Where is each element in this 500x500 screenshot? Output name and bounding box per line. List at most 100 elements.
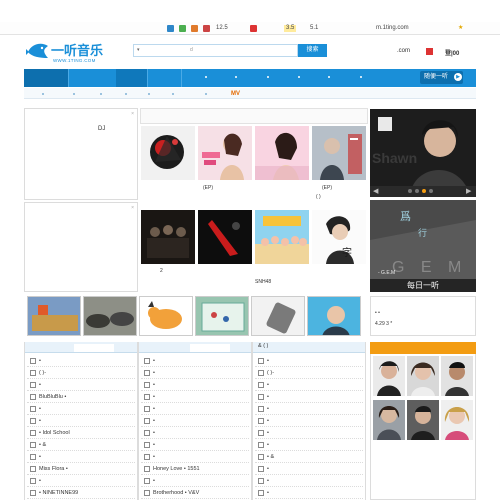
row-checkbox[interactable] <box>144 394 150 400</box>
row-checkbox[interactable] <box>258 466 264 472</box>
song-title[interactable]: • <box>267 415 269 427</box>
song-title[interactable]: • NINETINNE99 <box>39 487 78 499</box>
album-caption[interactable]: (EP) <box>322 185 332 191</box>
row-checkbox[interactable] <box>30 430 36 436</box>
list-item[interactable]: • <box>141 379 249 391</box>
album-cover[interactable] <box>255 210 309 264</box>
row-checkbox[interactable] <box>144 418 150 424</box>
song-title[interactable]: • <box>153 391 155 403</box>
row-checkbox[interactable] <box>144 406 150 412</box>
album-cover[interactable] <box>198 126 252 180</box>
row-checkbox[interactable] <box>30 418 36 424</box>
song-title[interactable]: • <box>153 427 155 439</box>
list-item[interactable]: • <box>141 439 249 451</box>
search-type-select[interactable]: ▾ <box>137 47 140 53</box>
list-item[interactable]: • <box>255 439 363 451</box>
list-item[interactable]: • <box>141 403 249 415</box>
list-item[interactable]: • <box>141 391 249 403</box>
album-cover[interactable] <box>255 126 309 180</box>
singer-avatar[interactable] <box>407 356 439 396</box>
next-arrow-icon[interactable]: ▶ <box>466 187 471 195</box>
list-item[interactable]: BluBluBlu • <box>27 391 135 403</box>
search-input[interactable] <box>133 44 298 57</box>
nav-tab-6[interactable] <box>267 76 269 78</box>
list-item[interactable]: • <box>255 475 363 487</box>
daily-listen-label[interactable]: 每日一听 <box>370 279 476 292</box>
song-title[interactable]: • <box>267 439 269 451</box>
song-title[interactable]: • <box>267 391 269 403</box>
row-checkbox[interactable] <box>258 358 264 364</box>
song-title[interactable]: • & <box>39 439 46 451</box>
song-title[interactable]: • <box>267 475 269 487</box>
list-item[interactable]: ( )- <box>255 367 363 379</box>
list-item[interactable]: • <box>27 475 135 487</box>
song-title[interactable]: • <box>39 403 41 415</box>
row-checkbox[interactable] <box>258 406 264 412</box>
list-item[interactable]: • <box>255 463 363 475</box>
song-title[interactable]: • Idol School <box>39 427 70 439</box>
album-cover[interactable] <box>198 210 252 264</box>
song-title[interactable]: Brotherhood • V&V <box>153 487 199 499</box>
strip-thumb[interactable] <box>27 296 81 336</box>
row-checkbox[interactable] <box>30 478 36 484</box>
row-checkbox[interactable] <box>258 418 264 424</box>
list-item[interactable]: • <box>27 415 135 427</box>
gift-icon[interactable] <box>203 25 210 32</box>
weather-icon[interactable] <box>167 25 174 32</box>
row-checkbox[interactable] <box>144 466 150 472</box>
list-item[interactable]: • <box>27 355 135 367</box>
nav-tab-5[interactable] <box>235 76 237 78</box>
list-item[interactable]: • <box>141 427 249 439</box>
song-title[interactable]: • <box>153 475 155 487</box>
list-item[interactable]: • <box>255 487 363 499</box>
song-title[interactable]: • <box>153 451 155 463</box>
subnav-item[interactable] <box>42 93 44 95</box>
pager-dot[interactable] <box>415 189 419 193</box>
subnav-mv-link[interactable]: MV <box>231 91 240 97</box>
nav-tab-2[interactable] <box>116 69 148 87</box>
song-title[interactable]: Miss Flora • <box>39 463 68 475</box>
notice-icon[interactable] <box>250 25 257 32</box>
list-item[interactable]: • <box>255 391 363 403</box>
strip-thumb[interactable] <box>83 296 137 336</box>
list-item[interactable]: • <box>141 355 249 367</box>
strip-thumb[interactable] <box>139 296 193 336</box>
row-checkbox[interactable] <box>258 394 264 400</box>
row-checkbox[interactable] <box>30 358 36 364</box>
list-item[interactable]: • NINETINNE99 <box>27 487 135 499</box>
album-caption[interactable]: 2 <box>160 268 163 274</box>
album-cover[interactable] <box>141 210 195 264</box>
song-title[interactable]: • <box>267 355 269 367</box>
song-title[interactable]: • <box>267 487 269 499</box>
artist-promo-banner[interactable]: Shawn <box>370 109 476 197</box>
song-title[interactable]: • <box>39 415 41 427</box>
row-checkbox[interactable] <box>144 490 150 496</box>
song-title[interactable]: • <box>267 463 269 475</box>
list-item[interactable]: • <box>141 415 249 427</box>
album-cover[interactable] <box>312 126 366 180</box>
nav-tab-3[interactable] <box>148 69 182 87</box>
row-checkbox[interactable] <box>144 442 150 448</box>
pager-dot[interactable] <box>429 189 433 193</box>
row-checkbox[interactable] <box>30 466 36 472</box>
row-checkbox[interactable] <box>258 478 264 484</box>
close-icon[interactable]: × <box>131 111 134 117</box>
list-item[interactable]: • <box>141 475 249 487</box>
song-title[interactable]: • <box>153 367 155 379</box>
song-title[interactable]: • <box>153 439 155 451</box>
nav-tab-8[interactable] <box>328 76 330 78</box>
row-checkbox[interactable] <box>258 442 264 448</box>
close-icon[interactable]: × <box>131 205 134 211</box>
song-title[interactable]: • <box>267 403 269 415</box>
list-item[interactable]: ( )- <box>27 367 135 379</box>
song-title[interactable]: • <box>39 355 41 367</box>
pager-dot-active[interactable] <box>422 189 426 193</box>
row-checkbox[interactable] <box>30 490 36 496</box>
nav-tab-7[interactable] <box>298 76 300 78</box>
list-item[interactable]: Brotherhood • V&V <box>141 487 249 499</box>
list-item[interactable]: • <box>255 355 363 367</box>
song-title[interactable]: • <box>39 379 41 391</box>
song-title[interactable]: • <box>153 403 155 415</box>
singer-avatar[interactable] <box>441 356 473 396</box>
strip-thumb[interactable] <box>195 296 249 336</box>
